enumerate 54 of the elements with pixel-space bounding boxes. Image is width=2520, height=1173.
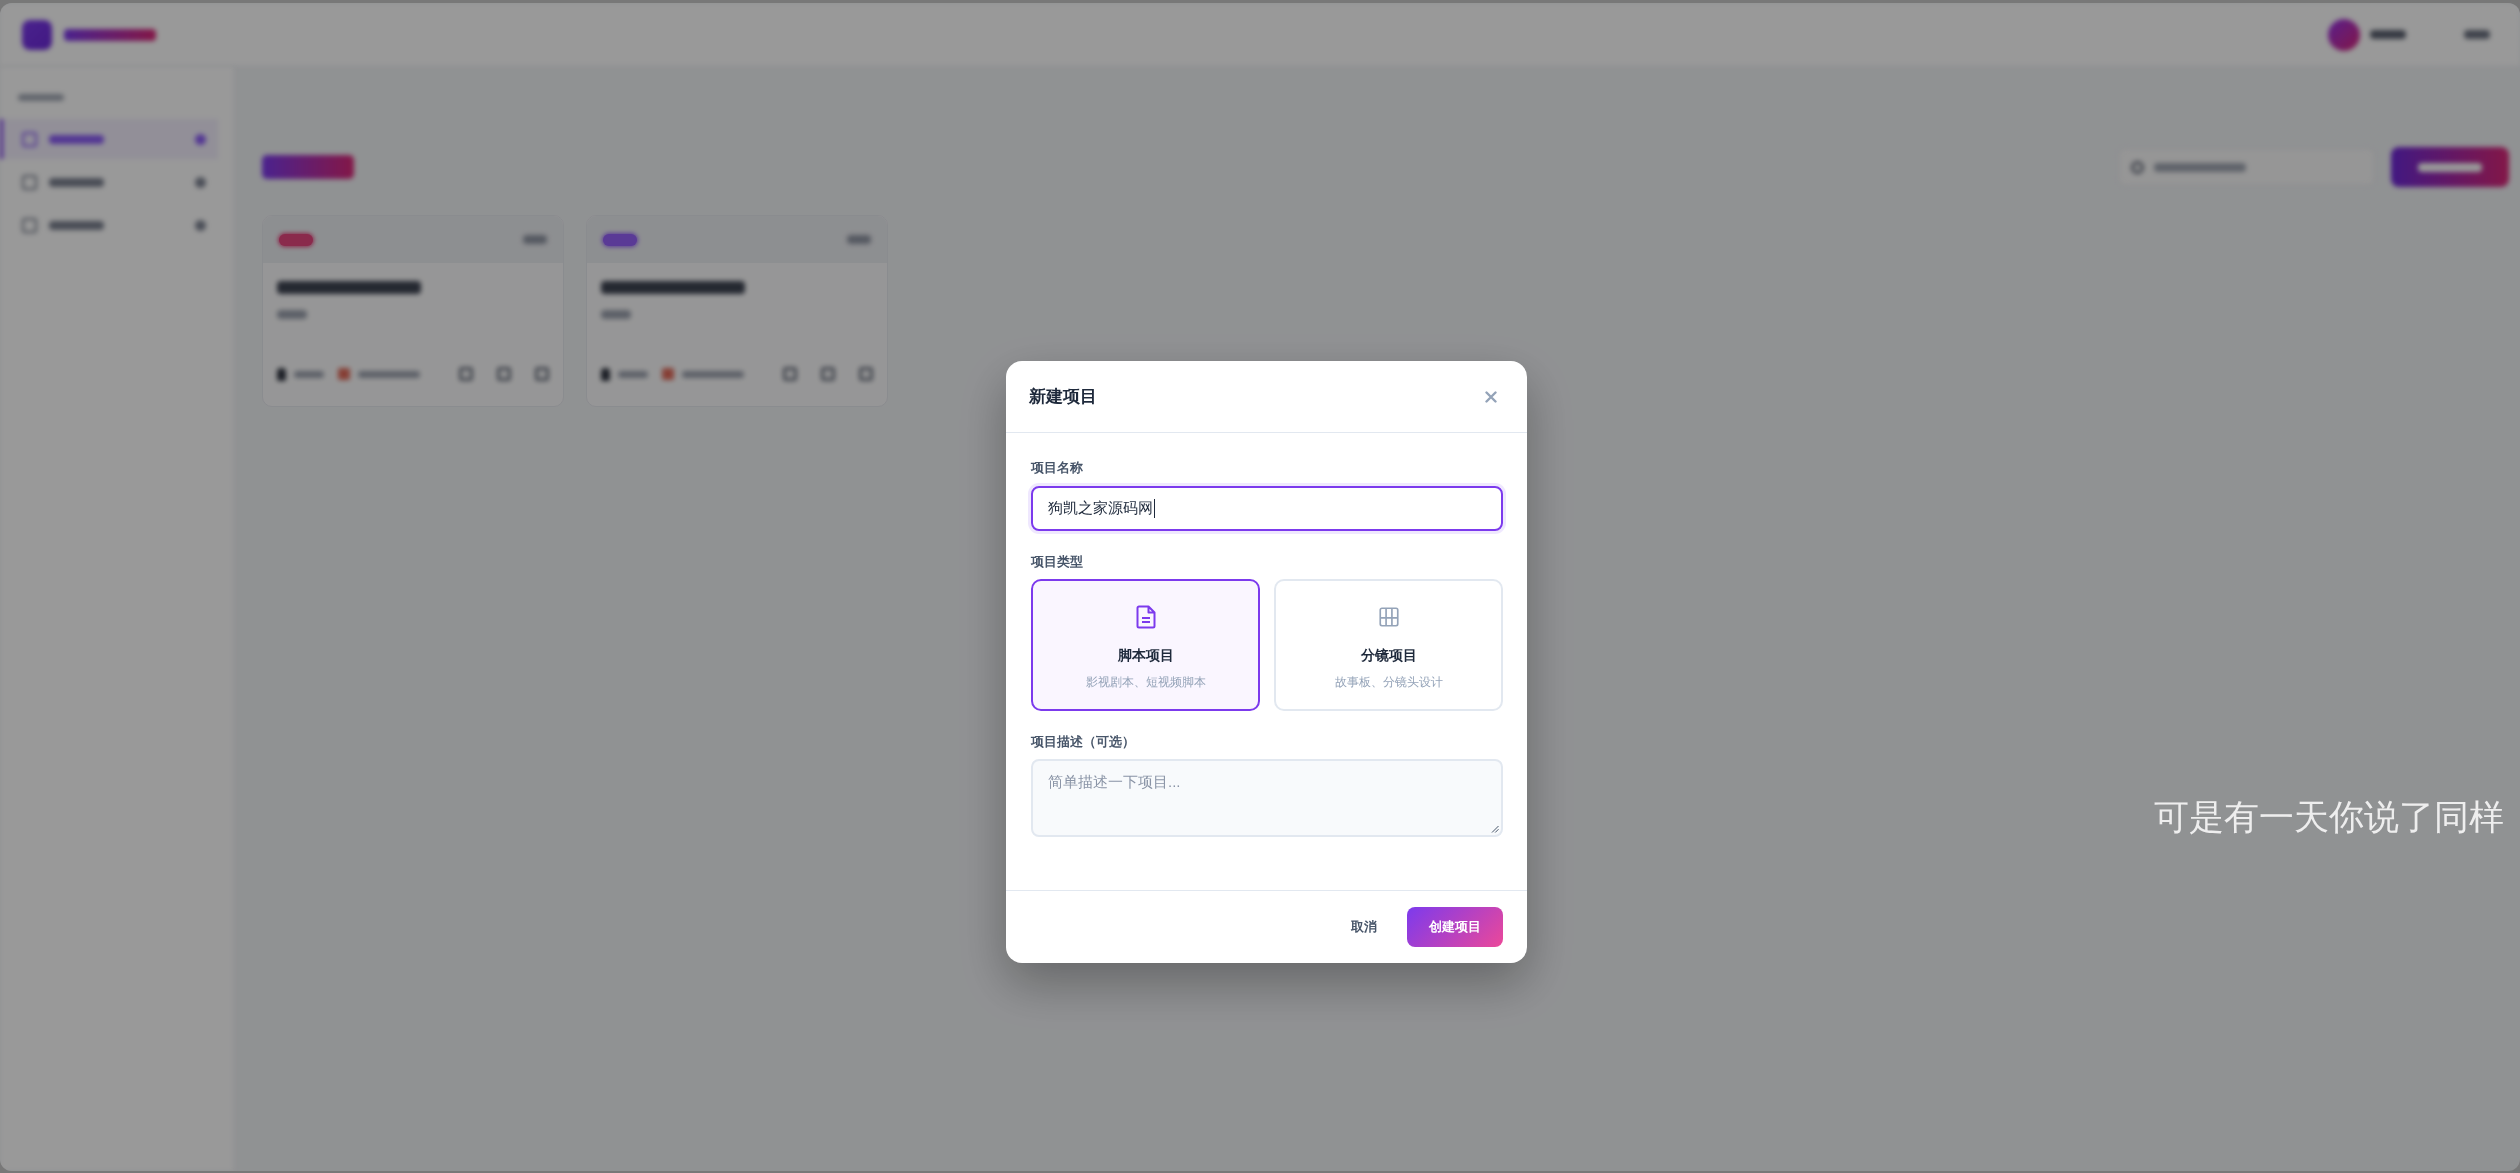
blurred-icon [859, 367, 873, 381]
blurred-text [523, 235, 547, 244]
field-label: 项目名称 [1031, 460, 1083, 477]
blurred-text [2464, 30, 2490, 39]
dialog-title: 新建项目 [1029, 386, 1097, 408]
avatar-icon [2328, 18, 2360, 51]
grid-icon [1378, 605, 1399, 629]
blurred-icon [22, 131, 37, 147]
blurred-text [2418, 162, 2482, 172]
resize-grip-icon [1491, 825, 1499, 833]
blurred-text [49, 134, 104, 144]
blurred-icon [195, 176, 206, 188]
blurred-icon [497, 367, 511, 381]
blurred-icon [22, 174, 37, 190]
blurred-text [294, 370, 324, 378]
name-input[interactable]: 狗凯之家源码网 [1031, 486, 1503, 531]
create-button[interactable]: 创建项目 [1407, 907, 1503, 947]
blurred-icon [459, 367, 473, 381]
type-option-card[interactable]: 分镜项目 故事板、分镜头设计 [1274, 579, 1503, 711]
search-icon [2131, 160, 2144, 174]
blurred-text [601, 310, 631, 319]
new-project-button[interactable] [2391, 147, 2509, 187]
option-description: 故事板、分镜头设计 [1334, 675, 1443, 690]
field-label: 项目类型 [1031, 554, 1083, 571]
blurred-icon [195, 219, 206, 231]
blurred-icon [821, 367, 835, 381]
calendar-icon [662, 368, 674, 380]
subtitle-text: 可是有一天你说了同样 [2154, 797, 2504, 837]
person-icon [277, 367, 286, 381]
cancel-button[interactable]: 取消 [1335, 907, 1393, 947]
blurred-icon [195, 133, 206, 145]
blurred-text [49, 177, 104, 187]
blurred-icon [535, 367, 549, 381]
blurred-text [358, 370, 420, 378]
blurred-text [277, 310, 307, 319]
person-icon [601, 367, 610, 381]
blurred-text [2370, 30, 2406, 39]
blurred-icon [22, 217, 37, 233]
document-icon [1135, 605, 1156, 629]
blurred-text [49, 220, 104, 230]
close-icon[interactable] [1485, 390, 1497, 403]
calendar-icon [338, 368, 350, 380]
blurred-text [618, 370, 648, 378]
option-description: 影视剧本、短视频脚本 [1085, 675, 1206, 690]
blurred-text [18, 94, 64, 101]
blurred-text [682, 370, 744, 378]
field-label: 项目描述（可选） [1031, 734, 1135, 751]
type-option-card[interactable]: 脚本项目 影视剧本、短视频脚本 [1031, 579, 1260, 711]
blurred-icon [783, 367, 797, 381]
option-title: 脚本项目 [1117, 647, 1174, 665]
blurred-text [847, 235, 871, 244]
logo-icon [22, 19, 52, 50]
option-title: 分镜项目 [1360, 647, 1417, 665]
text-cursor-icon [1154, 499, 1155, 518]
